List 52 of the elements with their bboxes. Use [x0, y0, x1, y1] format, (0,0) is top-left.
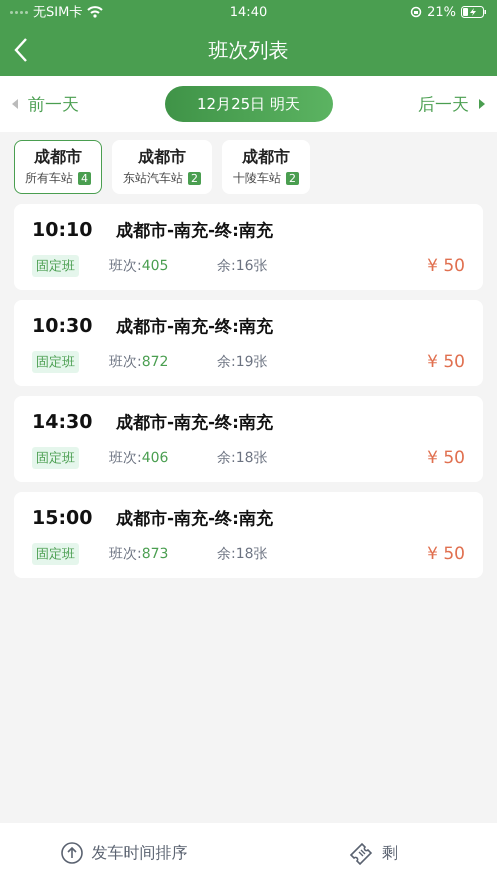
battery-text: 21%	[427, 4, 456, 20]
page-title: 班次列表	[208, 36, 288, 64]
count-badge: 2	[286, 172, 299, 185]
price-text: ¥ 50	[427, 448, 465, 468]
city-text: 成都市	[242, 147, 290, 168]
price-text: ¥ 50	[427, 352, 465, 372]
city-text: 成都市	[34, 147, 82, 168]
count-badge: 2	[188, 172, 201, 185]
station-name: 十陵车站	[233, 170, 281, 187]
seats-left: 余:18张	[217, 544, 268, 563]
route-text: 成都市-南充-终:南充	[116, 412, 273, 434]
departure-time: 10:30	[32, 314, 94, 339]
departure-time: 14:30	[32, 410, 94, 435]
trip-card[interactable]: 10:10 成都市-南充-终:南充 固定班 班次:405 余:16张 ¥ 50	[14, 204, 483, 290]
route-text: 成都市-南充-终:南充	[116, 220, 273, 242]
city-text: 成都市	[138, 147, 186, 168]
station-tab[interactable]: 成都市 东站汽车站 2	[112, 140, 212, 194]
price-text: ¥ 50	[427, 544, 465, 564]
wifi-icon	[87, 6, 104, 18]
back-button[interactable]	[14, 37, 28, 63]
carrier-text: 无SIM卡	[33, 4, 82, 21]
trip-card[interactable]: 14:30 成都市-南充-终:南充 固定班 班次:406 余:18张 ¥ 50	[14, 396, 483, 482]
route-text: 成都市-南充-终:南充	[116, 508, 273, 530]
signal-icon	[10, 10, 28, 14]
price-text: ¥ 50	[427, 256, 465, 276]
departure-time: 10:10	[32, 218, 94, 243]
sort-button[interactable]: 发车时间排序	[0, 841, 248, 865]
trip-number: 班次:872	[109, 352, 170, 371]
seats-left: 余:16张	[217, 256, 268, 275]
trip-card[interactable]: 15:00 成都市-南充-终:南充 固定班 班次:873 余:18张 ¥ 50	[14, 492, 483, 578]
station-name: 东站汽车站	[123, 170, 183, 187]
route-text: 成都市-南充-终:南充	[116, 316, 273, 338]
seats-left: 余:18张	[217, 448, 268, 467]
seats-sort-button[interactable]: 剩	[248, 840, 497, 866]
clock-text: 14:40	[230, 4, 268, 20]
trip-number: 班次:405	[109, 256, 170, 275]
trip-card[interactable]: 10:30 成都市-南充-终:南充 固定班 班次:872 余:19张 ¥ 50	[14, 300, 483, 386]
station-tab[interactable]: 成都市 十陵车站 2	[222, 140, 310, 194]
rotation-lock-icon	[410, 6, 422, 18]
departure-time: 15:00	[32, 506, 94, 531]
ticket-icon	[348, 841, 374, 865]
station-name: 所有车站	[25, 170, 73, 187]
trip-number: 班次:406	[109, 448, 170, 467]
station-tab[interactable]: 成都市 所有车站 4	[14, 140, 102, 194]
seats-left: 余:19张	[217, 352, 268, 371]
schedule-tag: 固定班	[32, 350, 79, 373]
schedule-tag: 固定班	[32, 542, 79, 565]
trip-number: 班次:873	[109, 544, 170, 563]
battery-icon	[461, 6, 487, 18]
count-badge: 4	[78, 172, 91, 185]
schedule-tag: 固定班	[32, 446, 79, 469]
schedule-tag: 固定班	[32, 254, 79, 277]
